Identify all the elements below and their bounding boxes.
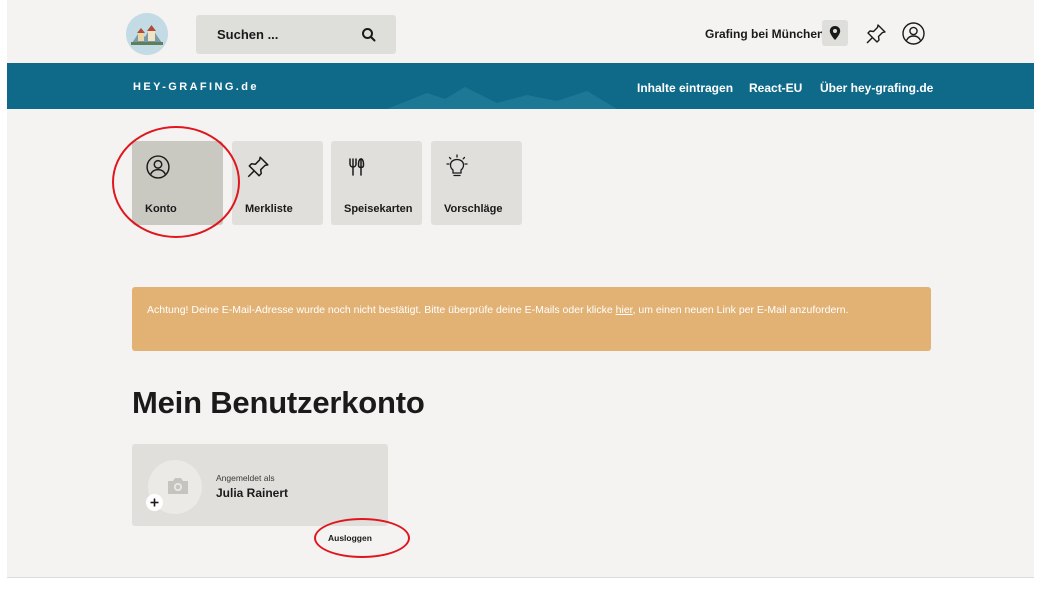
- email-verification-alert: Achtung! Deine E-Mail-Adresse wurde noch…: [132, 287, 931, 351]
- alert-text: Achtung! Deine E-Mail-Adresse wurde noch…: [147, 304, 616, 316]
- top-bar: Grafing bei München: [7, 0, 1034, 64]
- search-input[interactable]: [196, 15, 356, 54]
- tile-merkliste[interactable]: Merkliste: [232, 141, 323, 225]
- resend-link[interactable]: hier: [616, 304, 633, 316]
- page-title: Mein Benutzerkonto: [132, 385, 425, 420]
- search-icon[interactable]: [359, 25, 379, 45]
- page: Grafing bei München HEY-GRAFING.de: [7, 0, 1034, 578]
- logout-link[interactable]: Ausloggen: [328, 533, 372, 543]
- brand-wordmark[interactable]: HEY-GRAFING.de: [133, 81, 259, 93]
- search-box: [196, 15, 396, 54]
- site-logo[interactable]: [126, 13, 168, 55]
- lightbulb-icon: [444, 154, 470, 180]
- tile-konto[interactable]: Konto: [132, 141, 223, 225]
- pin-icon: [245, 154, 271, 180]
- tile-speisekarten[interactable]: Speisekarten: [331, 141, 422, 225]
- bookmark-pin-icon[interactable]: [864, 22, 888, 46]
- nav-link-inhalte-eintragen[interactable]: Inhalte eintragen: [637, 81, 733, 95]
- add-photo-button[interactable]: [146, 494, 163, 511]
- mountain-silhouette-icon: [387, 87, 617, 109]
- nav-link-react-eu[interactable]: React-EU: [749, 81, 802, 95]
- town-logo-icon: [126, 13, 168, 55]
- signed-in-label: Angemeldet als: [216, 473, 275, 483]
- plus-icon: [150, 498, 159, 507]
- user-account-icon[interactable]: [901, 21, 926, 46]
- user-circle-icon: [145, 154, 171, 180]
- camera-icon: [166, 477, 190, 495]
- tile-label: Konto: [145, 203, 177, 215]
- tile-vorschlaege[interactable]: Vorschläge: [431, 141, 522, 225]
- location-label[interactable]: Grafing bei München: [705, 27, 824, 41]
- map-pin-icon[interactable]: [822, 20, 848, 46]
- main-navigation: HEY-GRAFING.de Inhalte eintragen React-E…: [7, 63, 1034, 109]
- fork-knife-icon: [344, 154, 370, 180]
- user-name: Julia Rainert: [216, 486, 289, 500]
- tile-label: Merkliste: [245, 203, 293, 215]
- tile-label: Vorschläge: [444, 203, 503, 215]
- alert-text-end: , um einen neuen Link per E-Mail anzufor…: [632, 304, 849, 316]
- nav-link-ueber[interactable]: Über hey-grafing.de: [820, 81, 933, 95]
- tile-label: Speisekarten: [344, 203, 413, 215]
